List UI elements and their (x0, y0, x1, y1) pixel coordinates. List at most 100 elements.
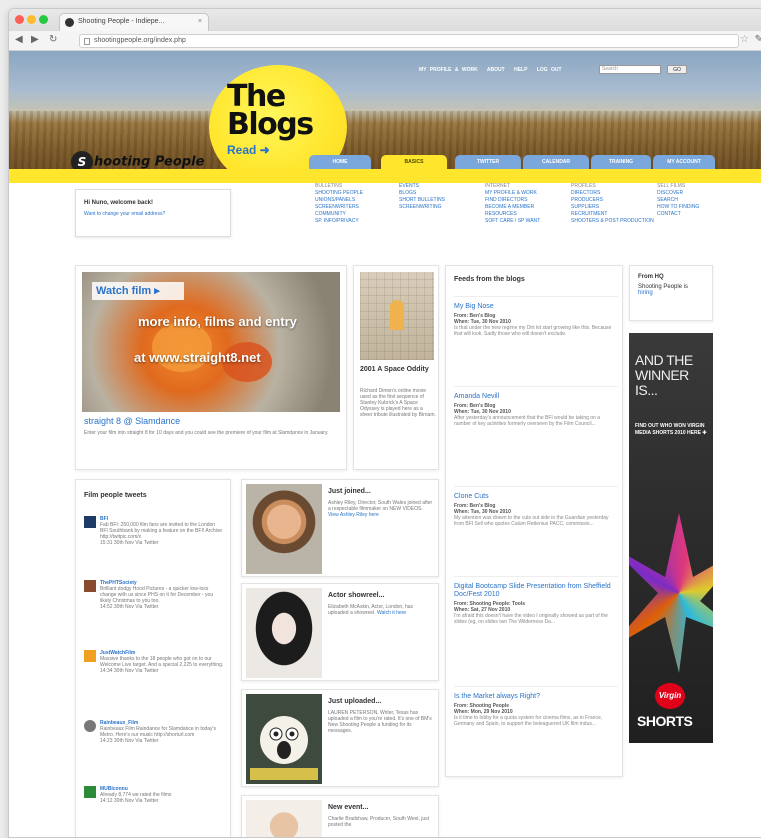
page-icon (84, 38, 90, 45)
wrench-icon[interactable]: ✎ (755, 34, 761, 45)
toplink-help[interactable]: HELP (514, 67, 527, 73)
activity-title: New event... (328, 804, 369, 811)
activity-card: Actor showreel... Elizabeth McAskin, Act… (241, 583, 439, 681)
search-go-button[interactable]: GO (667, 65, 687, 74)
feed-item-title[interactable]: Digital Bootcamp Slide Presentation from… (454, 583, 618, 599)
activity-title: Just joined... (328, 488, 371, 495)
zoom-window-button[interactable] (39, 15, 48, 24)
tab-title: Shooting People - Indiepe... (78, 18, 165, 25)
forward-icon[interactable]: ▶ (31, 34, 39, 45)
feed-item: Clone Cuts From: Ben's Blog When: Tue, 3… (454, 486, 618, 527)
ad-shorts-text: SHORTS (637, 713, 693, 729)
feed-item-title[interactable]: Clone Cuts (454, 493, 618, 501)
hq-title: From HQ (638, 274, 664, 280)
bookmark-star-icon[interactable]: ☆ (740, 34, 749, 45)
activity-text: Charlie Bradshaw, Producer, South West, … (328, 816, 430, 828)
feed-item: Is the Market always Right? From: Shooti… (454, 686, 618, 727)
film-thumbnail[interactable] (246, 694, 322, 784)
blogs-title[interactable]: The Blogs (227, 82, 314, 140)
virgin-shorts-ad[interactable]: AND THE WINNER IS... FIND OUT WHO WON VI… (629, 333, 713, 743)
odyssey-description: Richard Dimon's online movie used as the… (360, 388, 436, 418)
tab-twitter[interactable]: TWITTER (455, 155, 521, 169)
back-icon[interactable]: ◀ (15, 34, 23, 45)
feed-item-title[interactable]: Amanda Nevill (454, 393, 618, 401)
url-text: shootingpeople.org/index.php (94, 37, 186, 44)
tweet-item: MUBIconnu Already 8,774 we rated the fil… (84, 786, 226, 836)
tweet-item: ThePHTSociety Brilliant dodgy Hood Pictu… (84, 580, 226, 630)
hero-description: Enter your film into straight 8 for 10 d… (84, 430, 329, 436)
from-hq-panel: From HQ Shooting People is hiring (629, 265, 713, 321)
virgin-logo-icon: Virgin (655, 683, 685, 709)
tab-home[interactable]: HOME (309, 155, 371, 169)
tweet-meta: 15:31 30th Nov Via Twitter (100, 540, 159, 546)
close-window-button[interactable] (15, 15, 24, 24)
activity-title: Just uploaded... (328, 698, 382, 705)
feeds-panel: Feeds from the blogs My Big Nose From: B… (445, 265, 623, 777)
feed-item-title[interactable]: My Big Nose (454, 303, 618, 311)
ad-burst-graphic (629, 513, 713, 673)
event-photo[interactable] (246, 800, 322, 837)
odyssey-image[interactable] (360, 272, 434, 360)
change-email-link[interactable]: Want to change your email address? (84, 211, 165, 217)
activity-text: Ashley Riley, Director, South Wales join… (328, 500, 433, 518)
top-links: MY PROFILE & WORK ABOUT HELP LOG OUT (419, 67, 568, 73)
tab-training[interactable]: TRAINING (591, 155, 651, 169)
activity-text: Elizabeth McAskin, Actor, London, has up… (328, 604, 414, 616)
tweet-avatar[interactable] (84, 786, 96, 798)
hero-panel: Watch film ▸ more info, films and entry … (75, 265, 347, 470)
hero-image[interactable]: Watch film ▸ more info, films and entry … (82, 272, 340, 412)
feed-item: Amanda Nevill From: Ben's Blog When: Tue… (454, 386, 618, 427)
astronaut-figure (390, 300, 404, 330)
feed-item: Digital Bootcamp Slide Presentation from… (454, 576, 618, 625)
reload-icon[interactable]: ↻ (49, 34, 57, 45)
feed-item-title[interactable]: Is the Market always Right? (454, 693, 618, 701)
tweet-avatar[interactable] (84, 650, 96, 662)
search-input[interactable]: Search (599, 65, 661, 74)
blogs-read-link[interactable]: Read ➜ (227, 143, 270, 157)
cartoon-face-icon (250, 716, 318, 780)
tweet-item: BFI Fab BFI: 250,000 film fans are invit… (84, 516, 226, 566)
odyssey-title[interactable]: 2001 A Space Oddity (360, 366, 436, 374)
tweet-meta: 14:23 30th Nov Via Twitter (100, 738, 159, 744)
tweet-meta: 14:12 30th Nov Via Twitter (100, 798, 159, 804)
tweets-title: Film people tweets (84, 492, 147, 499)
tweet-text: Brilliant dodgy Hood Pictures - a quicke… (100, 586, 214, 604)
toplink-about[interactable]: ABOUT (487, 67, 505, 73)
activity-link[interactable]: View Ashley Riley here (328, 512, 379, 518)
tweet-avatar[interactable] (84, 516, 96, 528)
feeds-title: Feeds from the blogs (454, 276, 525, 283)
favicon-icon (65, 18, 74, 27)
activity-card: New event... Charlie Bradshaw, Producer,… (241, 795, 439, 837)
tweet-meta: 14:34 30th Nov Via Twitter (100, 668, 159, 674)
tab-my-account[interactable]: MY ACCOUNT (653, 155, 715, 169)
tweet-avatar[interactable] (84, 720, 96, 732)
browser-tab[interactable]: Shooting People - Indiepe... × (59, 13, 209, 31)
actor-photo[interactable] (246, 588, 322, 678)
main-nav: HOME BASICS TWITTER CALENDAR TRAINING MY… (309, 155, 715, 169)
browser-window: Shooting People - Indiepe... × ◀ ▶ ↻ sho… (8, 8, 761, 838)
minimize-window-button[interactable] (27, 15, 36, 24)
activity-link[interactable]: Watch it here (377, 610, 406, 616)
address-bar[interactable]: shootingpeople.org/index.php (79, 34, 739, 48)
tab-basics[interactable]: BASICS (381, 155, 447, 169)
activity-title: Actor showreel... (328, 592, 385, 599)
ad-cta[interactable]: FIND OUT WHO WON VIRGIN MEDIA SHORTS 201… (635, 423, 713, 437)
member-photo[interactable] (246, 484, 322, 574)
toplink-logout[interactable]: LOG OUT (537, 67, 562, 73)
subnav-col-2: EVENTS BLOGS SHORT BULLETINS SCREENWRITI… (399, 183, 445, 210)
close-tab-icon[interactable]: × (198, 14, 202, 30)
activity-card: Just uploaded... LAUREN PETERSON, Writer… (241, 689, 439, 787)
hq-hiring-link[interactable]: hiring (638, 290, 653, 296)
tweet-text: Fab BFI: 250,000 film fans are invited t… (100, 522, 223, 540)
tweet-avatar[interactable] (84, 580, 96, 592)
tweet-meta: 14:52 30th Nov Via Twitter (100, 604, 159, 610)
watch-film-button[interactable]: Watch film ▸ (92, 282, 184, 300)
welcome-box: Hi Nuno, welcome back! Want to change yo… (75, 189, 231, 237)
nav-underline-bar (9, 169, 761, 183)
tab-calendar[interactable]: CALENDAR (523, 155, 589, 169)
tweet-text: Massive thanks to the 18 people who got … (100, 656, 224, 668)
hero-caption-link[interactable]: straight 8 @ Slamdance (84, 416, 180, 426)
feed-item: My Big Nose From: Ben's Blog When: Tue, … (454, 296, 618, 337)
hero-overlay-line1: more info, films and entry (138, 314, 297, 329)
toplink-profile[interactable]: MY PROFILE & WORK (419, 67, 478, 73)
